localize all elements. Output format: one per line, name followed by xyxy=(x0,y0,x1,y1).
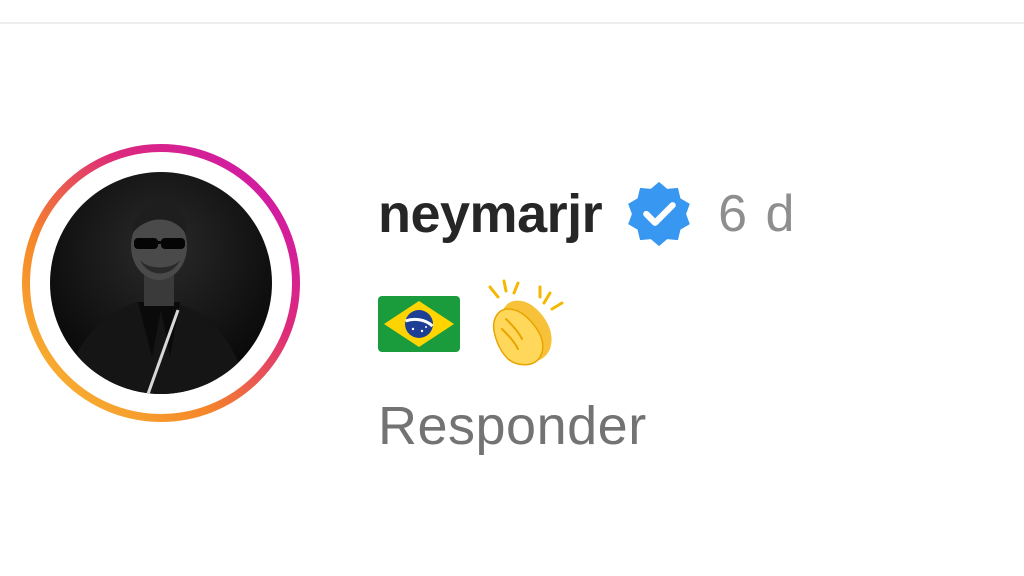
comment: neymarjr 6 d Responder xyxy=(378,178,998,462)
avatar-story-ring[interactable] xyxy=(20,142,302,424)
comment-timestamp: 6 d xyxy=(718,185,797,243)
verified-badge-icon xyxy=(628,181,690,247)
top-divider xyxy=(0,22,1024,24)
brazil-flag-icon xyxy=(378,296,460,352)
comment-text xyxy=(378,278,998,370)
comment-header: neymarjr 6 d xyxy=(378,178,998,250)
avatar xyxy=(22,144,300,422)
username[interactable]: neymarjr xyxy=(378,178,603,250)
reply-button[interactable]: Responder xyxy=(378,390,647,462)
clapping-hands-icon xyxy=(488,279,564,366)
